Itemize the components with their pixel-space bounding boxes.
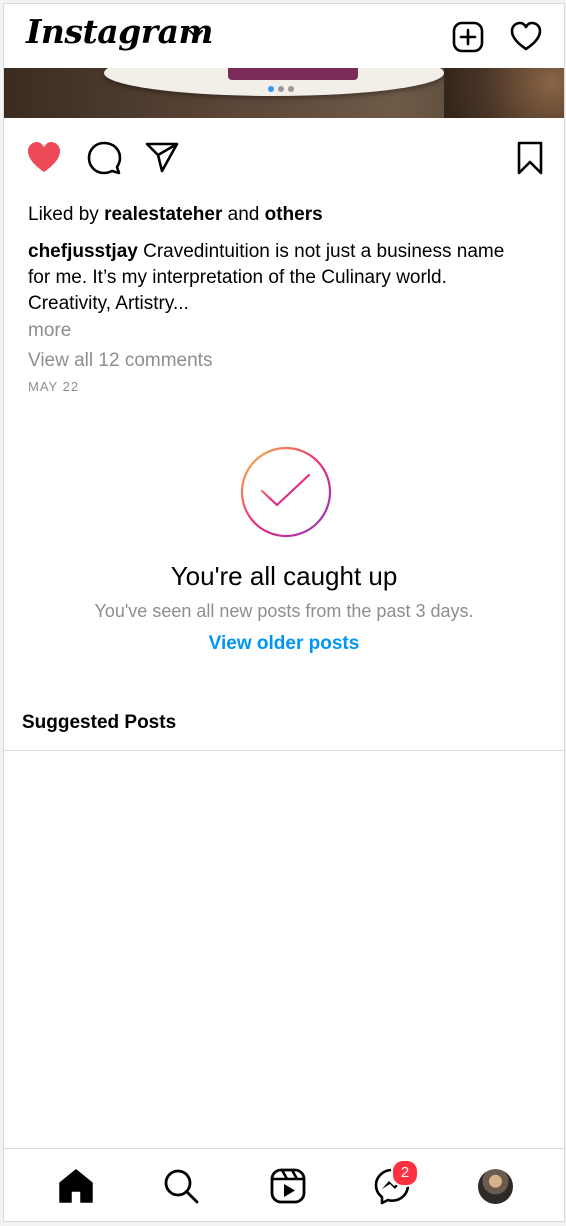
post-actions <box>4 140 564 180</box>
instagram-logo[interactable]: Instagram <box>26 12 213 51</box>
bookmark-icon[interactable] <box>512 140 548 176</box>
reels-icon[interactable] <box>269 1167 307 1205</box>
post-caption: chefjusstjay Cravedintuition is not just… <box>28 239 528 317</box>
carousel-dot <box>278 86 284 92</box>
suggested-posts-heading: Suggested Posts <box>22 712 177 733</box>
bottom-nav: 2 <box>4 1148 564 1221</box>
food-graphic <box>228 68 358 80</box>
like-heart-icon[interactable] <box>26 140 62 176</box>
carousel-dots <box>268 86 294 92</box>
new-post-icon[interactable] <box>451 20 485 54</box>
chevron-down-icon[interactable] <box>186 24 206 44</box>
liked-and: and <box>227 204 260 225</box>
caught-up-title: You're all caught up <box>170 561 398 591</box>
profile-avatar[interactable] <box>478 1169 513 1204</box>
home-icon[interactable] <box>57 1167 95 1205</box>
caption-username[interactable]: chefjusstjay <box>28 241 138 262</box>
post-image[interactable] <box>4 68 564 118</box>
liked-by-text: Liked by realestateher and others <box>28 204 323 226</box>
comment-icon[interactable] <box>86 140 122 176</box>
view-older-posts-link[interactable]: View older posts <box>4 633 564 655</box>
share-icon[interactable] <box>144 140 180 176</box>
checkmark-circle-icon <box>240 446 332 538</box>
caption-more-link[interactable]: more <box>28 320 71 342</box>
liked-others-link[interactable]: others <box>265 204 323 225</box>
search-icon[interactable] <box>162 1167 200 1205</box>
post-date: MAY 22 <box>28 379 80 394</box>
hand-graphic <box>444 68 564 118</box>
top-bar: Instagram <box>4 4 564 68</box>
carousel-dot <box>268 86 274 92</box>
view-all-comments-link[interactable]: View all 12 comments <box>28 350 212 372</box>
carousel-dot <box>288 86 294 92</box>
app-frame: Instagram Liked by realestateher and oth… <box>3 3 565 1222</box>
divider <box>4 750 564 751</box>
caught-up-subtitle: You've seen all new posts from the past … <box>94 601 474 621</box>
liked-user-link[interactable]: realestateher <box>104 204 222 225</box>
liked-prefix: Liked by <box>28 204 99 225</box>
messages-badge: 2 <box>391 1159 419 1187</box>
heart-icon[interactable] <box>509 20 543 54</box>
